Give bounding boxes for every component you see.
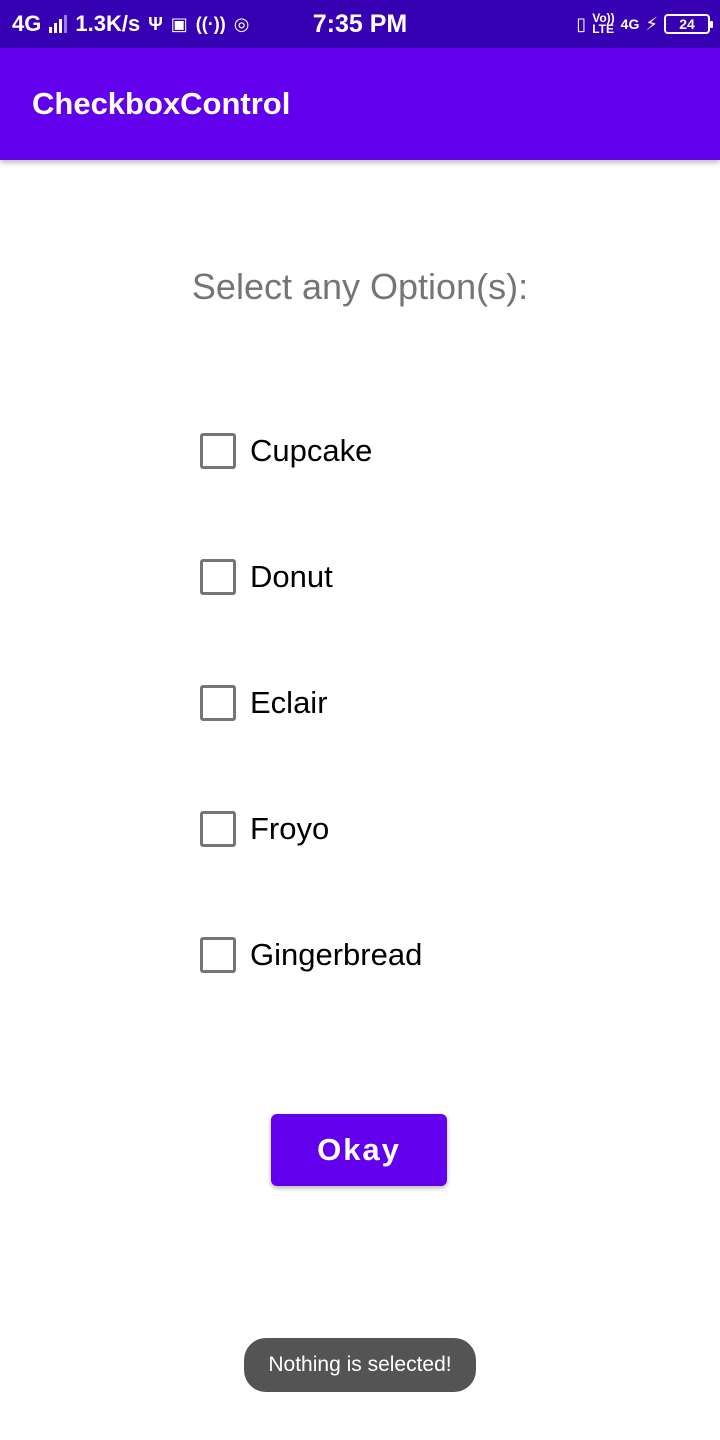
status-bar-right: ▯ Vo)) LTE 4G ⚡ 24 [576, 0, 713, 48]
checkbox-option-eclair[interactable]: Eclair [200, 679, 328, 727]
checkbox-option-cupcake[interactable]: Cupcake [200, 427, 372, 475]
network-type-right: 4G [620, 16, 640, 32]
checkbox-option-gingerbread[interactable]: Gingerbread [200, 931, 422, 979]
status-bar: 4G 1.3K/s Ψ ▣ ((·)) ◎ 7:35 PM ▯ Vo)) LTE… [0, 0, 720, 48]
checkbox[interactable] [200, 937, 236, 973]
vibrate-icon: ▯ [576, 14, 587, 34]
checkbox[interactable] [200, 685, 236, 721]
option-label[interactable]: Froyo [250, 811, 329, 847]
prompt-text: Select any Option(s): [191, 266, 529, 307]
option-label[interactable]: Eclair [250, 685, 328, 721]
checkbox[interactable] [200, 811, 236, 847]
option-label[interactable]: Cupcake [250, 433, 372, 469]
volte-indicator: Vo)) LTE [592, 12, 615, 36]
checkbox[interactable] [200, 559, 236, 595]
checkbox-option-froyo[interactable]: Froyo [200, 805, 329, 853]
option-label[interactable]: Donut [250, 559, 333, 595]
app-bar: CheckboxControl [0, 48, 720, 160]
charging-icon: ⚡ [645, 14, 658, 34]
checkbox[interactable] [200, 433, 236, 469]
option-label[interactable]: Gingerbread [250, 937, 422, 973]
okay-button[interactable]: Okay [271, 1114, 447, 1186]
battery-level: 24 [679, 16, 695, 32]
toast-message: Nothing is selected! [244, 1338, 476, 1392]
lte-label: LTE [592, 22, 615, 36]
app-title: CheckboxControl [32, 86, 291, 121]
battery-icon: 24 [664, 14, 713, 34]
checkbox-option-donut[interactable]: Donut [200, 553, 333, 601]
